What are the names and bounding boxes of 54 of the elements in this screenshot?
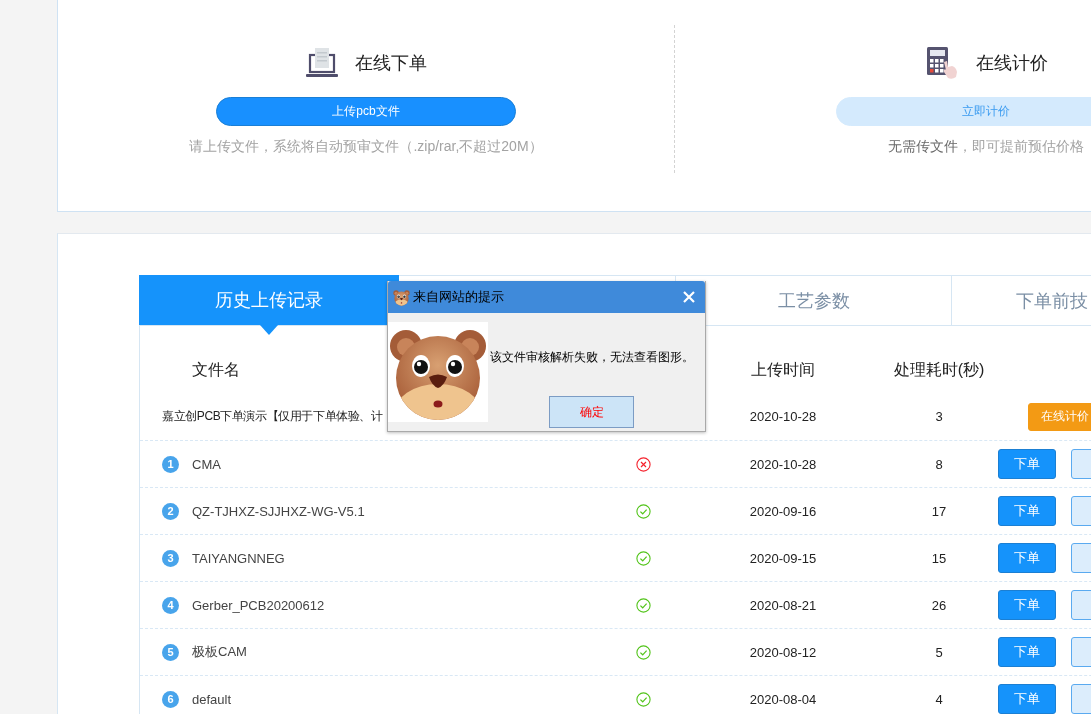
- ok-button[interactable]: 确定: [549, 396, 634, 428]
- order-button[interactable]: 下单: [998, 496, 1056, 526]
- upload-time-cell: 2020-08-04: [749, 691, 817, 707]
- upload-time-cell: 2020-08-12: [749, 644, 817, 660]
- upload-time-cell: 2020-09-16: [749, 503, 817, 519]
- order-button[interactable]: 下单: [998, 590, 1056, 620]
- duration-cell: 5: [935, 644, 943, 660]
- upload-button[interactable]: 上传pcb文件: [216, 97, 516, 126]
- duration-cell: 26: [931, 597, 947, 613]
- duration-cell: 15: [931, 550, 947, 566]
- tab[interactable]: 下单前技: [951, 275, 1091, 325]
- bear-icon: [393, 288, 410, 306]
- row-number: 6: [162, 690, 179, 708]
- panel-title: 在线下单: [354, 51, 427, 75]
- upload-time-cell: 2020-10-28: [749, 456, 817, 472]
- duration-cell: 4: [935, 691, 943, 707]
- upload-time-cell: 2020-10-28: [749, 409, 817, 424]
- close-icon: [683, 291, 695, 303]
- tab-pointer-icon: [260, 325, 278, 335]
- file-name-cell: 极板CAM: [192, 643, 247, 661]
- file-name-cell: 嘉立创PCB下单演示【仅用于下单体验、计: [162, 408, 383, 425]
- order-button[interactable]: 下单: [998, 637, 1056, 667]
- file-name-cell: QZ-TJHXZ-SJJHXZ-WG-V5.1: [192, 503, 365, 519]
- hint-text: 请上传文件，系统将自动预审文件（.zip/rar,不超过20M）: [189, 138, 543, 154]
- duration-cell: 17: [931, 503, 947, 519]
- row-number: 3: [162, 549, 179, 567]
- file-name-cell: default: [192, 691, 232, 707]
- hint-text: 无需传文件，即可提前预估价格: [888, 138, 1084, 154]
- order-button[interactable]: 下单: [998, 684, 1056, 714]
- tab[interactable]: 历史上传记录: [139, 275, 399, 325]
- file-name-cell: Gerber_PCB20200612: [192, 597, 325, 613]
- duration-cell: 3: [935, 409, 943, 424]
- calculator-icon: [924, 45, 959, 80]
- file-name-cell: TAIYANGNNEG: [192, 550, 285, 566]
- upload-time-cell: 2020-09-15: [749, 550, 817, 566]
- quote-button[interactable]: 在线计价: [1028, 402, 1091, 431]
- column-header: 文件名: [192, 360, 240, 380]
- close-button[interactable]: [682, 290, 696, 304]
- laptop-document-icon: [305, 47, 338, 78]
- upload-time-cell: 2020-08-21: [749, 597, 817, 613]
- column-header: 上传时间: [751, 360, 815, 380]
- row-number: 2: [162, 502, 179, 520]
- file-name-cell: CMA: [192, 456, 221, 472]
- dialog-title: 来自网站的提示: [413, 288, 504, 306]
- duration-cell: 8: [935, 456, 943, 472]
- row-number: 5: [162, 643, 179, 661]
- row-number: 1: [162, 455, 179, 473]
- row-number: 4: [162, 596, 179, 614]
- panel-title: 在线计价: [975, 51, 1048, 75]
- quote-button[interactable]: 立即计价: [836, 97, 1091, 126]
- column-header: 处理耗时(秒): [893, 360, 985, 380]
- dialog-message: 该文件审核解析失败，无法查看图形。: [490, 349, 695, 365]
- order-button[interactable]: 下单: [998, 543, 1056, 573]
- order-button[interactable]: 下单: [998, 449, 1056, 479]
